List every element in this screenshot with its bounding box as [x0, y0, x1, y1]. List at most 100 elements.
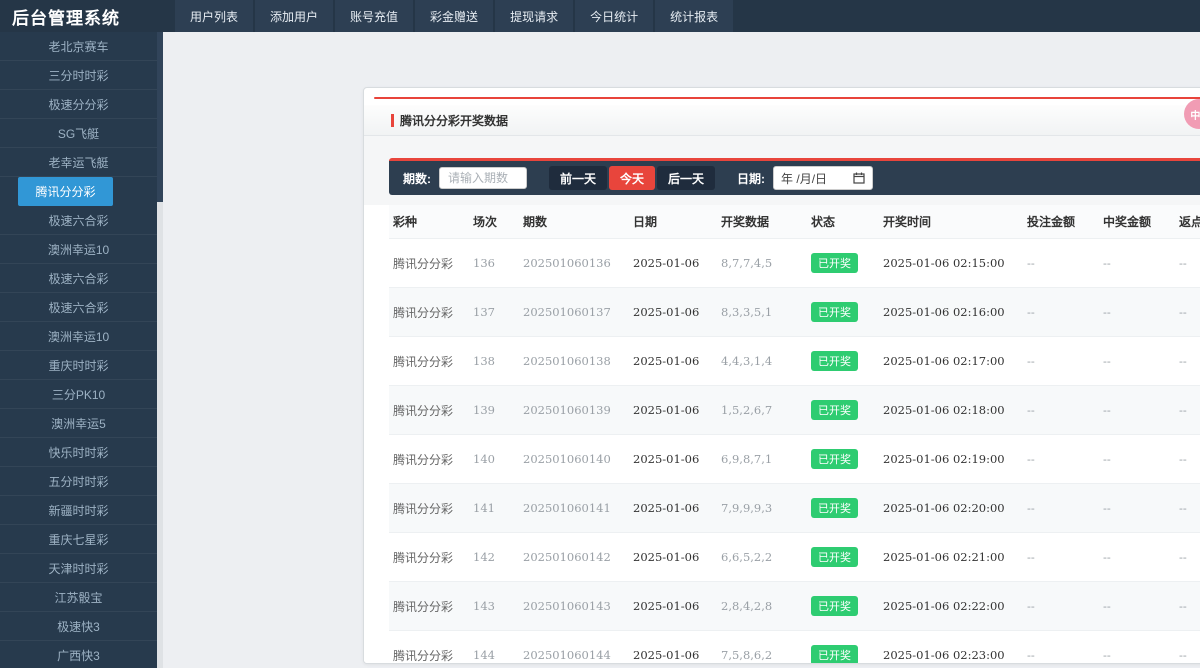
next-day-button[interactable]: 后一天 — [657, 166, 715, 190]
sidebar-item-老幸运飞艇[interactable]: 老幸运飞艇 — [0, 148, 157, 177]
date-picker[interactable]: 年 /月/日 — [773, 166, 873, 190]
sidebar-item-极速六合彩[interactable]: 极速六合彩 — [0, 264, 157, 293]
sidebar-item-腾讯分分彩[interactable]: 腾讯分分彩 — [18, 177, 113, 206]
table-row: 腾讯分分彩1432025010601432025-01-062,8,4,2,8已… — [389, 582, 1200, 631]
cell-issue: 202501060140 — [519, 435, 629, 484]
table-header-row: 彩种场次期数日期开奖数据状态开奖时间投注金额中奖金额返点金额操作 — [389, 205, 1200, 239]
sidebar-item-澳洲幸运5[interactable]: 澳洲幸运5 — [0, 409, 157, 438]
column-header: 期数 — [519, 205, 629, 239]
top-bar: 后台管理系统 用户列表添加用户账号充值彩金赠送提现请求今日统计统计报表 — [0, 0, 1200, 32]
sidebar-item-极速分分彩[interactable]: 极速分分彩 — [0, 90, 157, 119]
cell-time: 2025-01-06 02:18:00 — [879, 386, 1023, 435]
nav-item-提现请求[interactable]: 提现请求 — [495, 0, 573, 32]
cell-win: -- — [1099, 435, 1175, 484]
nav-item-账号充值[interactable]: 账号充值 — [335, 0, 413, 32]
sidebar-item-三分时时彩[interactable]: 三分时时彩 — [0, 61, 157, 90]
cell-date: 2025-01-06 — [629, 288, 717, 337]
cell-date: 2025-01-06 — [629, 484, 717, 533]
title-accent-bar — [391, 114, 394, 127]
cell-date: 2025-01-06 — [629, 239, 717, 288]
filter-bar: 期数: 前一天 今天 后一天 日期: 年 /月/日 查找 重置 — [389, 158, 1200, 195]
cell-numbers: 7,5,8,6,2 — [717, 631, 807, 665]
table-row: 腾讯分分彩1412025010601412025-01-067,9,9,9,3已… — [389, 484, 1200, 533]
sidebar-item-广西快3[interactable]: 广西快3 — [0, 641, 157, 668]
cell-win: -- — [1099, 386, 1175, 435]
cell-time: 2025-01-06 02:15:00 — [879, 239, 1023, 288]
sidebar-item-天津时时彩[interactable]: 天津时时彩 — [0, 554, 157, 583]
table-body: 腾讯分分彩1362025010601362025-01-068,7,7,4,5已… — [389, 239, 1200, 665]
sidebar-item-江苏骰宝[interactable]: 江苏骰宝 — [0, 583, 157, 612]
cell-session: 143 — [469, 582, 519, 631]
column-header: 开奖数据 — [717, 205, 807, 239]
status-badge: 已开奖 — [811, 596, 858, 616]
column-header: 返点金额 — [1175, 205, 1200, 239]
cell-lottery: 腾讯分分彩 — [389, 386, 469, 435]
cell-issue: 202501060137 — [519, 288, 629, 337]
nav-item-添加用户[interactable]: 添加用户 — [255, 0, 333, 32]
sidebar-item-重庆七星彩[interactable]: 重庆七星彩 — [0, 525, 157, 554]
cell-status: 已开奖 — [807, 533, 879, 582]
cell-numbers: 6,6,5,2,2 — [717, 533, 807, 582]
cell-bet: -- — [1023, 288, 1099, 337]
cell-lottery: 腾讯分分彩 — [389, 239, 469, 288]
column-header: 中奖金额 — [1099, 205, 1175, 239]
issue-label: 期数: — [403, 170, 431, 187]
cell-session: 144 — [469, 631, 519, 665]
cell-issue: 202501060142 — [519, 533, 629, 582]
prev-day-button[interactable]: 前一天 — [549, 166, 607, 190]
sidebar-item-SG飞艇[interactable]: SG飞艇 — [0, 119, 157, 148]
cell-numbers: 1,5,2,6,7 — [717, 386, 807, 435]
sidebar-item-极速快3[interactable]: 极速快3 — [0, 612, 157, 641]
status-badge: 已开奖 — [811, 449, 858, 469]
sidebar-item-极速六合彩[interactable]: 极速六合彩 — [0, 206, 157, 235]
nav-item-今日统计[interactable]: 今日统计 — [575, 0, 653, 32]
status-badge: 已开奖 — [811, 547, 858, 567]
cell-rebate: -- — [1175, 582, 1200, 631]
sidebar-item-新疆时时彩[interactable]: 新疆时时彩 — [0, 496, 157, 525]
panel-header: 腾讯分分彩开奖数据 — [364, 105, 1200, 136]
table-row: 腾讯分分彩1362025010601362025-01-068,7,7,4,5已… — [389, 239, 1200, 288]
app-title: 后台管理系统 — [0, 0, 157, 32]
cell-rebate: -- — [1175, 337, 1200, 386]
cell-session: 141 — [469, 484, 519, 533]
cell-issue: 202501060141 — [519, 484, 629, 533]
cell-issue: 202501060144 — [519, 631, 629, 665]
cell-bet: -- — [1023, 582, 1099, 631]
cell-date: 2025-01-06 — [629, 386, 717, 435]
cell-lottery: 腾讯分分彩 — [389, 484, 469, 533]
cell-numbers: 4,4,3,1,4 — [717, 337, 807, 386]
date-placeholder: 年 /月/日 — [781, 170, 827, 187]
cell-session: 137 — [469, 288, 519, 337]
cell-bet: -- — [1023, 239, 1099, 288]
cell-status: 已开奖 — [807, 582, 879, 631]
sidebar-scrollbar[interactable] — [157, 32, 163, 668]
issue-input[interactable] — [439, 167, 527, 189]
nav-item-统计报表[interactable]: 统计报表 — [655, 0, 733, 32]
cell-date: 2025-01-06 — [629, 582, 717, 631]
sidebar-item-快乐时时彩[interactable]: 快乐时时彩 — [0, 438, 157, 467]
cell-rebate: -- — [1175, 386, 1200, 435]
cell-status: 已开奖 — [807, 484, 879, 533]
sidebar-item-极速六合彩[interactable]: 极速六合彩 — [0, 293, 157, 322]
nav-item-用户列表[interactable]: 用户列表 — [175, 0, 253, 32]
table-row: 腾讯分分彩1392025010601392025-01-061,5,2,6,7已… — [389, 386, 1200, 435]
sidebar-item-老北京赛车[interactable]: 老北京赛车 — [0, 32, 157, 61]
content-card: 腾讯分分彩开奖数据 期数: 前一天 今天 后一天 日期: 年 /月/日 查找 重… — [363, 87, 1200, 664]
sidebar-item-澳洲幸运10[interactable]: 澳洲幸运10 — [0, 235, 157, 264]
cell-win: -- — [1099, 239, 1175, 288]
today-button[interactable]: 今天 — [609, 166, 655, 190]
status-badge: 已开奖 — [811, 498, 858, 518]
sidebar-item-澳洲幸运10[interactable]: 澳洲幸运10 — [0, 322, 157, 351]
panel-title: 腾讯分分彩开奖数据 — [400, 112, 508, 129]
sidebar-scrollbar-thumb[interactable] — [157, 32, 163, 202]
cell-win: -- — [1099, 631, 1175, 665]
cell-rebate: -- — [1175, 533, 1200, 582]
sidebar-item-重庆时时彩[interactable]: 重庆时时彩 — [0, 351, 157, 380]
sidebar-item-五分时时彩[interactable]: 五分时时彩 — [0, 467, 157, 496]
cell-rebate: -- — [1175, 239, 1200, 288]
results-table: 彩种场次期数日期开奖数据状态开奖时间投注金额中奖金额返点金额操作 腾讯分分彩13… — [389, 205, 1200, 664]
cell-bet: -- — [1023, 386, 1099, 435]
sidebar-item-三分PK10[interactable]: 三分PK10 — [0, 380, 157, 409]
cell-status: 已开奖 — [807, 435, 879, 484]
nav-item-彩金赠送[interactable]: 彩金赠送 — [415, 0, 493, 32]
